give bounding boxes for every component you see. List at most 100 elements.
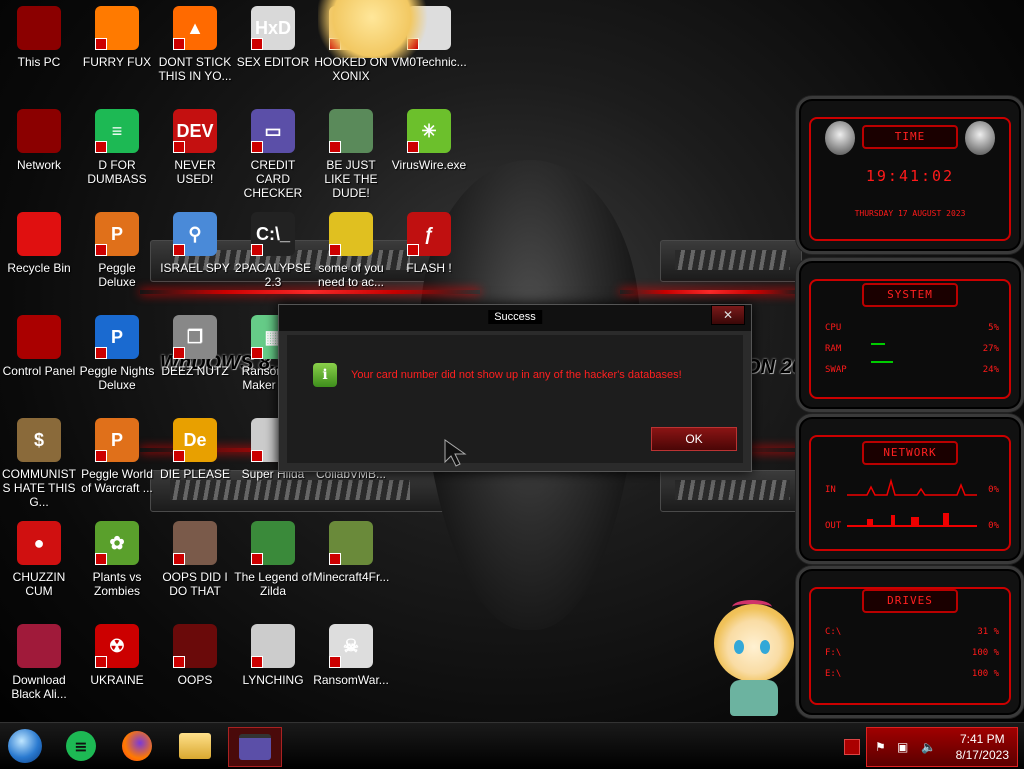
drive-row-value: 100 % — [971, 648, 999, 658]
desktop-icon-label: Peggle Nights Deluxe — [79, 364, 155, 392]
money-bag-icon: $ — [17, 418, 61, 462]
taskbar-firefox[interactable] — [114, 727, 160, 765]
minecraft-icon — [329, 521, 373, 565]
shortcut-arrow-icon — [95, 656, 107, 668]
desktop-icon[interactable]: OOPS — [156, 618, 234, 687]
desktop-icon-label: Plants vs Zombies — [92, 570, 142, 598]
desktop-icon[interactable]: ▲ DONT STICK THIS IN YO... — [156, 0, 234, 83]
desktop-icon[interactable]: $ COMMUNISTS HATE THIS G... — [0, 412, 78, 509]
taskbar-credit-card-checker[interactable] — [228, 727, 282, 767]
dialog-titlebar[interactable]: Success ✕ — [279, 305, 751, 331]
desktop-icon[interactable]: ✳ VirusWire.exe — [390, 103, 468, 172]
system-tray: ⚑ ▣ 🔈 7:41 PM 8/17/2023 — [866, 727, 1018, 767]
desktop-icon[interactable]: Control Panel — [0, 309, 78, 378]
dialog-message: Your card number did not show up in any … — [351, 369, 682, 381]
shortcut-arrow-icon — [329, 141, 341, 153]
desktop-icon-label: D FOR DUMBASS — [87, 158, 147, 186]
shortcut-arrow-icon — [95, 553, 107, 565]
wallpaper-stripes — [675, 250, 790, 270]
desktop-icon[interactable]: HxD SEX EDITOR — [234, 0, 312, 69]
network-status-icon[interactable]: ▣ — [897, 740, 908, 754]
system-row-label: SWAP — [825, 365, 847, 375]
shortcut-arrow-icon — [329, 656, 341, 668]
desktop-icon[interactable]: C:\_ 2PACALYPSE 2.3 — [234, 206, 312, 289]
desktop-icon[interactable]: ✿ Plants vs Zombies — [78, 515, 156, 598]
peggle-icon: P — [95, 418, 139, 462]
desktop-icon[interactable]: DEV NEVER USED! — [156, 103, 234, 186]
volume-icon[interactable]: 🔈 — [921, 740, 936, 754]
shortcut-arrow-icon — [251, 450, 263, 462]
dog-icon — [329, 212, 373, 256]
desktop-icon[interactable]: ● CHUZZIN CUM — [0, 515, 78, 598]
shortcut-arrow-icon — [173, 553, 185, 565]
wallpaper-red-glow — [620, 290, 800, 294]
system-row-value: 5% — [988, 323, 999, 333]
desktop-icon[interactable]: BE JUST LIKE THE DUDE! — [312, 103, 390, 200]
taskbar-spotify[interactable]: ≡ — [58, 727, 104, 765]
desktop-icon[interactable]: ▭ CREDIT CARD CHECKER — [234, 103, 312, 200]
delphi-icon: De — [173, 418, 217, 462]
desktop-icon[interactable]: OOPS DID I DO THAT — [156, 515, 234, 598]
desktop-icon[interactable]: De DIE PLEASE — [156, 412, 234, 481]
desktop-icon[interactable]: ≡ D FOR DUMBASS — [78, 103, 156, 186]
skull-icon: ☠ — [329, 624, 373, 668]
desktop-icon[interactable]: LYNCHING — [234, 618, 312, 687]
start-button[interactable] — [2, 727, 48, 765]
desktop-icon[interactable]: P Peggle World of Warcraft ... — [78, 412, 156, 495]
desktop-icon-label: NEVER USED! — [174, 158, 216, 186]
elf-icon — [329, 109, 373, 153]
shortcut-arrow-icon — [95, 450, 107, 462]
desktop-icon[interactable]: Download Black Ali... — [0, 618, 78, 701]
control-panel-icon — [17, 315, 61, 359]
ok-button[interactable]: OK — [651, 427, 737, 451]
desktop-icon[interactable]: some of you need to ac... — [312, 206, 390, 289]
taskbar-file-explorer[interactable] — [172, 727, 218, 765]
pvz-icon: ✿ — [95, 521, 139, 565]
desktop-icon[interactable]: Network — [0, 103, 78, 172]
desktop-icon[interactable]: ☢ UKRAINE — [78, 618, 156, 687]
windows-orb-icon — [8, 729, 42, 763]
shortcut-arrow-icon — [173, 38, 185, 50]
shortcut-arrow-icon — [95, 244, 107, 256]
desktop-icon[interactable]: Recycle Bin — [0, 206, 78, 275]
network-icon — [17, 109, 61, 153]
desktop-icon[interactable]: Minecraft4Fr... — [312, 515, 390, 584]
firefox-icon — [95, 6, 139, 50]
gear-icon — [251, 624, 295, 668]
desktop-icon[interactable]: ƒ FLASH ! — [390, 206, 468, 275]
close-button[interactable]: ✕ — [711, 305, 745, 325]
system-row-label: CPU — [825, 323, 842, 333]
show-hidden-icons-button[interactable] — [844, 739, 860, 755]
spotify-icon: ≡ — [66, 731, 96, 761]
desktop-icon-label: some of you need to ac... — [317, 261, 385, 289]
desktop-icon[interactable]: This PC — [0, 0, 78, 69]
flag-icon[interactable]: ⚑ — [875, 740, 886, 754]
portrait-icon — [173, 521, 217, 565]
clock-time: 7:41 PM — [959, 732, 1005, 746]
shortcut-arrow-icon — [329, 244, 341, 256]
desktop-icon-label: Download Black Ali... — [11, 673, 67, 701]
clock[interactable]: 7:41 PM 8/17/2023 — [956, 731, 1009, 763]
desktop-icon[interactable]: P Peggle Deluxe — [78, 206, 156, 289]
desktop-icon-label: COMMUNISTS HATE THIS G... — [2, 467, 76, 509]
desktop-icon[interactable]: ⚲ ISRAEL SPY — [156, 206, 234, 275]
desktop-icon[interactable]: ❐ DEEZ NUTZ — [156, 309, 234, 378]
network-widget: NETWORK IN 0% OUT 0% — [796, 414, 1024, 564]
system-widget: SYSTEM CPU 5% RAM 27% SWAP 24% — [796, 258, 1024, 412]
peggle-icon: P — [95, 212, 139, 256]
desktop-icon-label: RansomWar... — [313, 673, 389, 687]
desktop-icon-label: VirusWire.exe — [391, 158, 467, 172]
desktop-icon[interactable]: P Peggle Nights Deluxe — [78, 309, 156, 392]
desktop-icon[interactable]: ☠ RansomWar... — [312, 618, 390, 687]
desktop-icon-label: Control Panel — [2, 364, 76, 378]
credit-card-icon — [239, 734, 271, 760]
desktop-icon[interactable]: FURRY FUX — [78, 0, 156, 69]
desktop-icon[interactable]: The Legend of Zilda — [234, 515, 312, 598]
folder-icon — [173, 624, 217, 668]
shortcut-arrow-icon — [173, 656, 185, 668]
wallpaper-text-right: ON 20 — [745, 356, 803, 378]
shortcut-arrow-icon — [251, 38, 263, 50]
alien-head-icon — [965, 121, 995, 155]
desktop-icon-label: FURRY FUX — [82, 55, 152, 69]
desktop-icon-label: CHUZZIN CUM — [12, 570, 66, 598]
